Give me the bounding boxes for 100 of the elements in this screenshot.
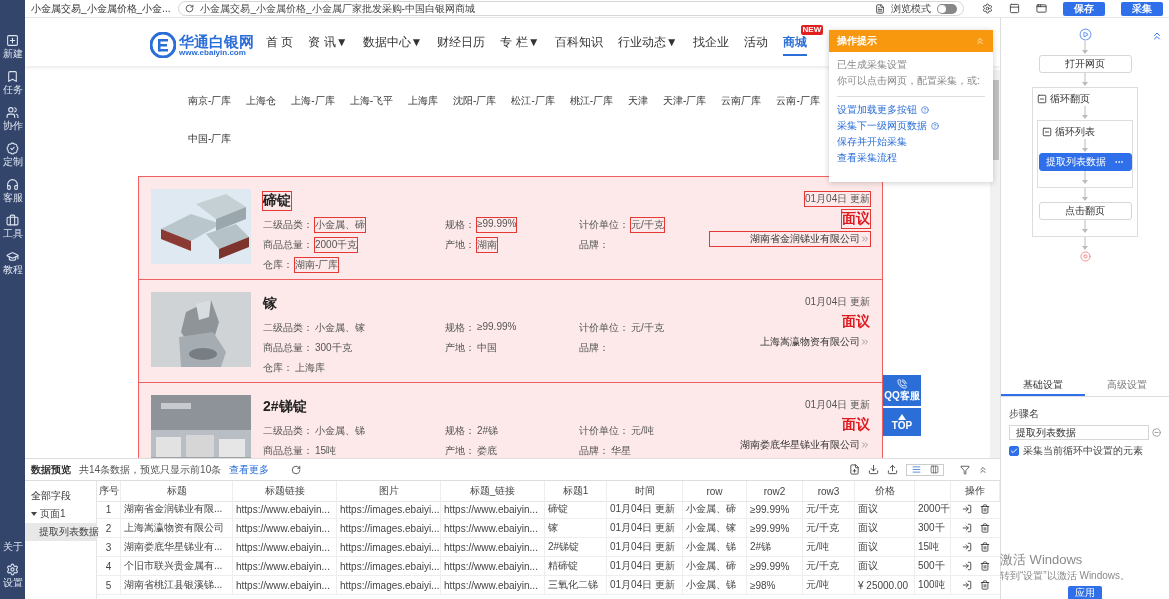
- popup-link[interactable]: 采集下一级网页数据: [837, 119, 985, 133]
- filter-icon[interactable]: [960, 464, 970, 475]
- site-nav-item[interactable]: 资 讯▼: [308, 34, 348, 56]
- product-title[interactable]: 镓: [263, 295, 277, 313]
- column-header: 价格: [855, 481, 915, 502]
- site-nav-item[interactable]: 找企业: [692, 34, 729, 56]
- warehouse-link[interactable]: 沈阳-厂库: [453, 94, 497, 108]
- enter-icon[interactable]: [961, 561, 972, 571]
- warehouse-link[interactable]: 天津: [628, 94, 649, 108]
- collapse-icon[interactable]: [1151, 30, 1163, 42]
- trash-icon[interactable]: [979, 580, 990, 590]
- settings-icon: [6, 563, 19, 576]
- table-cell: https://www.ebaiyin...: [233, 519, 337, 538]
- company-link[interactable]: 湖南省金润锑业有限公司: [710, 232, 870, 246]
- nav-button[interactable]: 工具: [0, 214, 25, 239]
- nav-button[interactable]: 协作: [0, 106, 25, 131]
- table-cell: 01月04日 更新: [607, 576, 683, 595]
- refresh-icon[interactable]: [185, 4, 195, 13]
- table-cell: https://www.ebaiyin...: [441, 557, 545, 576]
- nav-button[interactable]: 设置: [0, 563, 25, 588]
- warehouse-link[interactable]: 云南-厂库: [776, 94, 820, 108]
- top-button[interactable]: TOP: [883, 408, 921, 436]
- collapse-icon[interactable]: [978, 464, 988, 475]
- download-icon[interactable]: [868, 464, 879, 475]
- nav-button[interactable]: 关于: [0, 540, 25, 552]
- site-nav-item[interactable]: 财经日历: [437, 34, 486, 56]
- popup-link[interactable]: 设置加载更多按钮: [837, 103, 985, 117]
- warehouse-link[interactable]: 南京-厂库: [188, 94, 232, 108]
- add-file-icon[interactable]: [849, 464, 860, 475]
- refresh-icon[interactable]: [291, 464, 302, 475]
- product-title[interactable]: 2#锑锭: [263, 398, 307, 416]
- save-button[interactable]: 保存: [1063, 1, 1105, 16]
- view-more-link[interactable]: 查看更多: [229, 462, 270, 477]
- flow-step[interactable]: 提取列表数据: [1038, 153, 1132, 171]
- product-title[interactable]: 碲锭: [263, 192, 291, 210]
- warehouse-link[interactable]: 云南厂库: [721, 94, 762, 108]
- checkbox[interactable]: [1009, 446, 1019, 456]
- logo-url: www.ebaiyin.com: [179, 48, 246, 57]
- nav-button[interactable]: 任务: [0, 70, 25, 95]
- collect-option[interactable]: 采集当前循环中设置的元素: [1009, 444, 1161, 458]
- trash-icon[interactable]: [979, 542, 990, 552]
- popup-link[interactable]: 保存并开始采集: [837, 135, 985, 149]
- warehouse-link[interactable]: 松江-厂库: [511, 94, 555, 108]
- product-card[interactable]: 碲锭 二级品类： 小金属、碲 规格： ≥99.99% 计价单位： 元/千克 商品总量： 2000千克 产地： 湖南 品牌： 仓库： 湖南-厂库 01月04日 更新 面议 湖南省金润锑业有限公司: [139, 177, 882, 280]
- enter-icon[interactable]: [961, 542, 972, 552]
- connector-arrow: [1081, 41, 1089, 55]
- enter-icon[interactable]: [961, 523, 972, 533]
- upload-icon[interactable]: [887, 464, 898, 475]
- site-nav-item[interactable]: 行业动态▼: [617, 34, 678, 56]
- minus-circle-icon[interactable]: [1152, 428, 1161, 437]
- warehouse-link[interactable]: 上海仓: [246, 94, 277, 108]
- document-icon[interactable]: [875, 3, 885, 14]
- loop-toggle[interactable]: 循环列表: [1042, 125, 1095, 139]
- site-nav-item[interactable]: 专 栏▼: [500, 34, 540, 56]
- warehouse-link[interactable]: 上海库: [408, 94, 439, 108]
- nav-button[interactable]: 定制: [0, 142, 25, 167]
- product-card[interactable]: 2#锑锭 二级品类： 小金属、锑 规格： 2#锑 计价单位： 元/吨 商品总量： 15吨 产地： 娄底 品牌： 华星 01月04日 更新 面议 湖南娄底华星锑业有限公司: [139, 383, 882, 458]
- settings-tab[interactable]: 高级设置: [1085, 375, 1169, 396]
- qq-service-button[interactable]: QQ客服: [883, 375, 921, 406]
- site-nav-item[interactable]: 百科知识: [554, 34, 603, 56]
- apply-button[interactable]: 应用: [1068, 586, 1102, 599]
- flow-step[interactable]: 打开网页: [1038, 55, 1132, 73]
- collect-button[interactable]: 采集: [1121, 1, 1163, 16]
- flow-step[interactable]: 点击翻页: [1038, 202, 1132, 220]
- browse-mode-toggle[interactable]: [937, 3, 957, 14]
- tree-page-item[interactable]: 页面1: [25, 505, 96, 523]
- popup-link[interactable]: 查看采集流程: [837, 151, 985, 165]
- play-icon[interactable]: [1078, 28, 1092, 41]
- warehouse-link[interactable]: 上海-厂库: [291, 94, 335, 108]
- window-icon[interactable]: [1036, 3, 1047, 14]
- settings-tab[interactable]: 基础设置: [1001, 375, 1085, 396]
- trash-icon[interactable]: [979, 561, 990, 571]
- nav-button[interactable]: 新建: [0, 34, 25, 59]
- warehouse-link[interactable]: 天津-厂库: [663, 94, 707, 108]
- table-cell: 小金属、碲: [683, 500, 747, 519]
- product-card[interactable]: 镓 二级品类： 小金属、镓 规格： ≥99.99% 计价单位： 元/千克 商品总量： 300千克 产地： 中国 品牌： 仓库： 上海库 01月04日 更新 面议 上海嵩瀛物资有限公司: [139, 280, 882, 383]
- panel-icon[interactable]: [1009, 3, 1020, 14]
- table-cell: 01月04日 更新: [607, 538, 683, 557]
- settings-icon[interactable]: [982, 3, 993, 14]
- enter-icon[interactable]: [961, 580, 972, 590]
- column-header: row: [683, 481, 747, 502]
- tab-title[interactable]: 小金属交易_小金属价格_小金...: [31, 1, 171, 16]
- site-nav-item[interactable]: 首 页: [266, 34, 294, 56]
- table-cell: 湖南省桃江县银溪锑...: [121, 576, 233, 595]
- warehouse-link[interactable]: 桃江-厂库: [569, 94, 614, 108]
- product-field: 商品总量： 2000千克: [263, 238, 445, 252]
- company-link[interactable]: 上海嵩瀛物资有限公司: [760, 335, 870, 349]
- nav-button[interactable]: 客服: [0, 178, 25, 203]
- loop-toggle[interactable]: 循环翻页: [1037, 92, 1090, 106]
- site-nav-item[interactable]: 数据中心▼: [362, 34, 423, 56]
- nav-button[interactable]: 教程: [0, 250, 25, 275]
- company-link[interactable]: 湖南娄底华星锑业有限公司: [740, 438, 870, 452]
- enter-icon[interactable]: [961, 504, 972, 514]
- step-name-field[interactable]: 提取列表数据: [1009, 425, 1149, 440]
- warehouse-link[interactable]: 中国-厂库: [188, 132, 232, 146]
- warehouse-link[interactable]: 上海-飞平: [349, 94, 394, 108]
- trash-icon[interactable]: [979, 523, 990, 533]
- site-nav-item[interactable]: 活动: [743, 34, 768, 56]
- product-field: 计价单位： 元/千克: [579, 321, 698, 335]
- trash-icon[interactable]: [979, 504, 990, 514]
